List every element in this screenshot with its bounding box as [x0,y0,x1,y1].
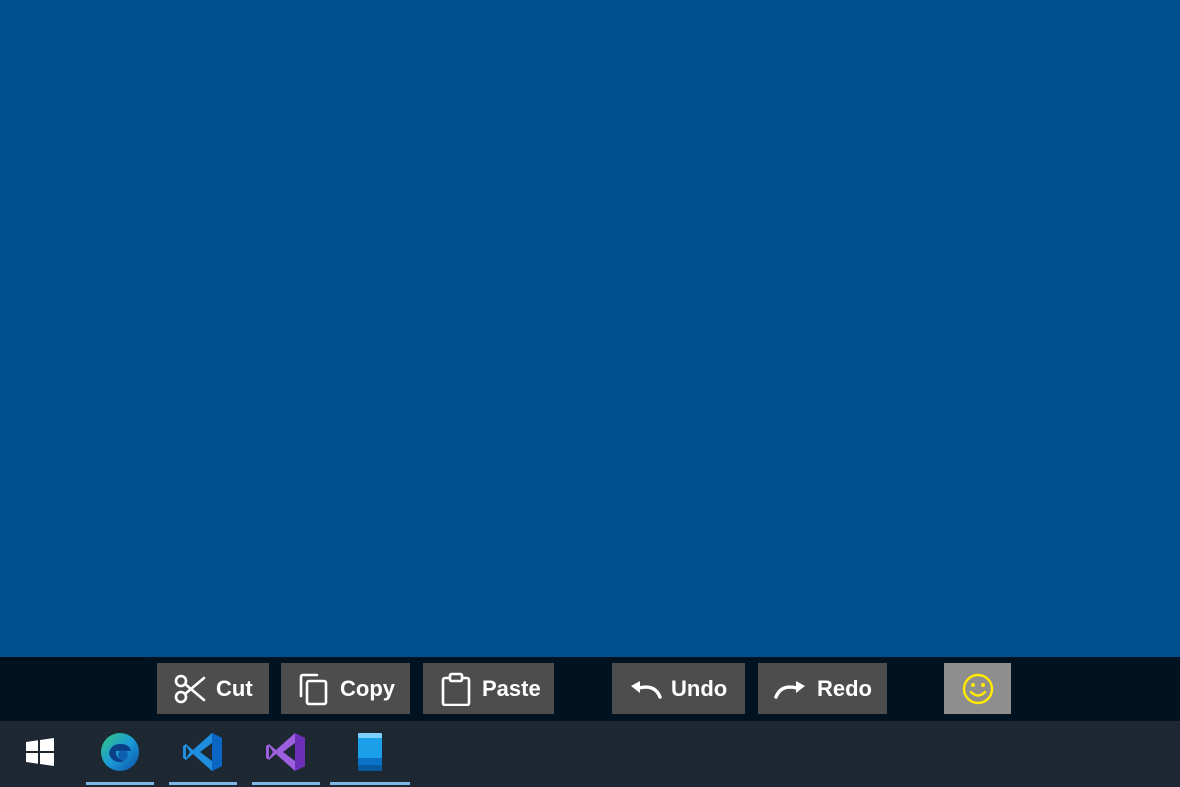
taskbar-app-visual-studio[interactable] [252,721,320,787]
vscode-icon [181,730,225,779]
windows-logo-icon [25,737,55,772]
paste-button[interactable]: Paste [423,663,554,714]
running-indicator [86,782,154,785]
emoji-button[interactable] [944,663,1011,714]
redo-label: Redo [817,675,872,701]
toolbar-edge-strip [0,657,144,661]
start-button[interactable] [10,721,70,787]
copy-button[interactable]: Copy [281,663,410,714]
cut-button[interactable]: Cut [157,663,269,714]
taskbar-app-phone[interactable] [330,721,410,787]
running-indicator [330,782,410,785]
running-indicator [169,782,237,785]
copy-icon [297,672,331,706]
taskbar-app-vscode[interactable] [169,721,237,787]
scissors-icon [173,672,207,706]
edge-icon [98,730,142,779]
cut-label: Cut [216,675,253,701]
undo-label: Undo [671,675,728,701]
clipboard-icon [439,672,473,706]
smiley-icon [961,672,995,706]
redo-icon [774,672,808,706]
copy-label: Copy [340,675,395,701]
visual-studio-icon [264,730,308,779]
taskbar-app-edge[interactable] [86,721,154,787]
running-indicator [252,782,320,785]
redo-button[interactable]: Redo [758,663,887,714]
taskbar [0,721,1180,787]
undo-icon [628,672,662,706]
phone-icon [355,730,385,779]
edit-toolbar: Cut Copy Paste Undo Redo [0,657,1180,721]
paste-label: Paste [482,675,541,701]
undo-button[interactable]: Undo [612,663,745,714]
